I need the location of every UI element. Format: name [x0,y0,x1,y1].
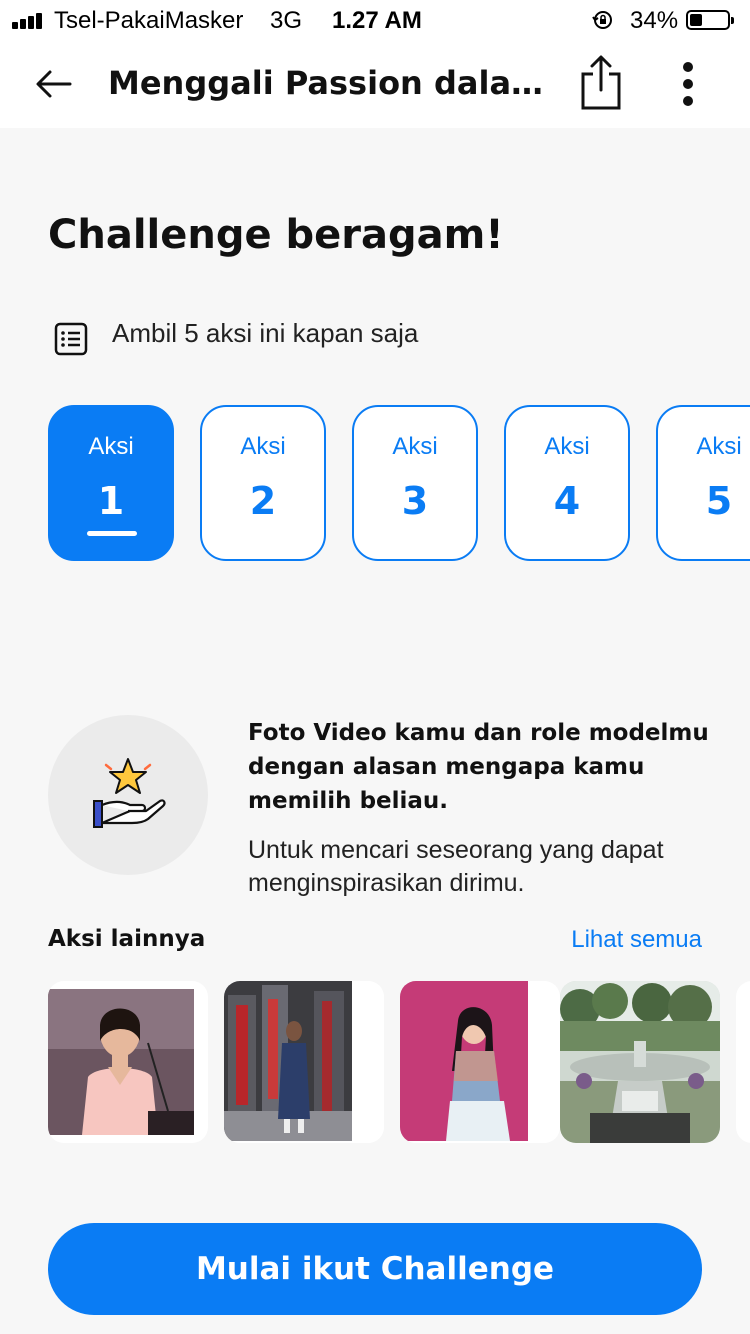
woman-at-podium-photo [48,989,194,1135]
woman-in-denim-dress-photo [224,981,384,1143]
aksi-tab-3[interactable]: Aksi 3 [352,405,478,561]
share-icon [581,55,621,110]
aksi-tab-5[interactable]: Aksi 5 [656,405,750,561]
battery-icon [686,10,734,30]
section-heading: Challenge beragam! [48,212,504,258]
list-icon [54,322,88,356]
task-title: Foto Video kamu dan role modelmu dengan … [248,720,709,814]
thumbnail-card[interactable] [400,981,560,1143]
share-button[interactable] [578,54,624,112]
info-text: Ambil 5 aksi ini kapan saja [112,318,419,348]
signal-strength-icon [12,11,48,29]
task-icon-container [48,715,208,875]
carrier-name: Tsel-PakaiMasker [54,7,244,34]
thumbnail-card[interactable] [736,981,750,1143]
task-description: Untuk mencari seseorang yang dapat mengi… [248,836,664,897]
active-indicator [87,531,137,536]
start-challenge-button[interactable]: Mulai ikut Challenge [48,1223,702,1315]
aksi-label: Aksi [88,433,134,460]
park-fountain-photo [560,981,720,1143]
aksi-number: 4 [553,479,581,523]
network-type: 3G [270,7,303,34]
other-actions-label: Aksi lainnya [48,926,206,952]
thumbnail-card[interactable] [224,981,384,1143]
aksi-number: 5 [705,479,733,523]
status-time: 1.27 AM [332,7,422,34]
aksi-number: 2 [249,479,277,523]
arrow-left-icon [36,70,72,98]
aksi-tab-2[interactable]: Aksi 2 [200,405,326,561]
aksi-tab-4[interactable]: Aksi 4 [504,405,630,561]
aksi-label: Aksi [240,433,286,460]
rotation-lock-icon [592,11,612,29]
aksi-tab-1[interactable]: Aksi 1 [48,405,174,561]
status-bar: Tsel-PakaiMasker 3G 1.27 AM 34% [0,0,750,40]
info-row: Ambil 5 aksi ini kapan saja [54,318,654,358]
other-actions-carousel [48,981,750,1145]
aksi-selector: Aksi 1 Aksi 2 Aksi 3 Aksi 4 Aksi 5 [48,405,750,561]
battery-percent: 34% [630,7,679,34]
app-header: Menggali Passion dalam Diri [0,40,750,128]
aksi-label: Aksi [696,433,742,460]
back-button[interactable] [30,60,78,108]
page-title: Menggali Passion dalam Diri [108,64,548,102]
hand-star-icon [93,758,166,828]
aksi-label: Aksi [392,433,438,460]
see-all-link[interactable]: Lihat semua [571,926,702,954]
woman-pink-wall-photo [400,981,560,1143]
thumbnail-card[interactable] [48,981,208,1143]
aksi-number: 3 [401,479,429,523]
thumbnail-card[interactable] [560,981,720,1143]
aksi-label: Aksi [544,433,590,460]
aksi-number: 1 [97,479,125,523]
more-options-button[interactable] [668,58,708,110]
